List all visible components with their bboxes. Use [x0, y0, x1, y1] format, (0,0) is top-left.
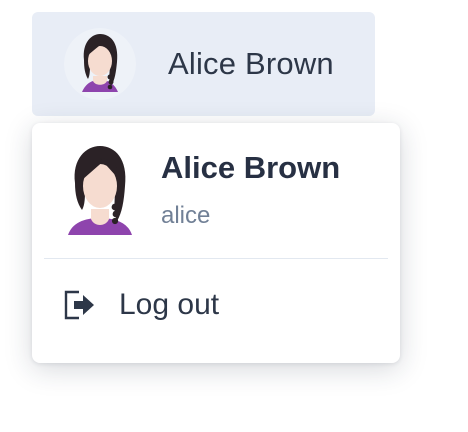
user-dropdown-menu: Alice Brown alice Log out [32, 123, 400, 363]
profile-section: Alice Brown alice [32, 123, 400, 258]
female-avatar-icon [64, 143, 136, 235]
logout-icon [64, 290, 94, 320]
logout-label: Log out [119, 288, 220, 321]
menu-divider [44, 258, 388, 259]
logout-menu-item[interactable]: Log out [32, 260, 400, 350]
user-display-name: Alice Brown [168, 46, 334, 81]
profile-name: Alice Brown [161, 150, 341, 185]
profile-username: alice [161, 202, 211, 229]
user-menu-button[interactable]: Alice Brown [32, 12, 375, 116]
female-avatar-icon [64, 28, 136, 100]
